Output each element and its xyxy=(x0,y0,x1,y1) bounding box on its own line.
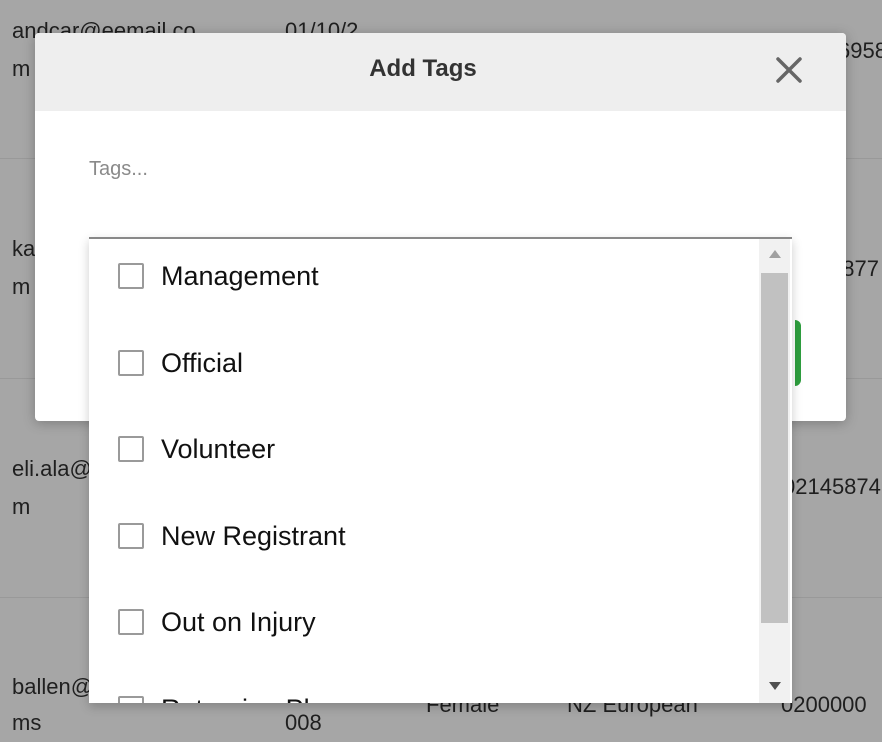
tags-input[interactable] xyxy=(89,149,792,189)
tags-dropdown: Management Official Volunteer New Regist… xyxy=(89,237,792,703)
save-button[interactable] xyxy=(795,320,801,386)
triangle-down-icon xyxy=(768,682,781,690)
option-label: Volunteer xyxy=(161,433,276,464)
triangle-up-icon xyxy=(768,250,781,258)
tag-option-management[interactable]: Management xyxy=(89,246,759,306)
checkbox[interactable] xyxy=(118,523,144,549)
tag-option-official[interactable]: Official xyxy=(89,333,759,393)
option-label: New Registrant xyxy=(161,520,346,551)
modal-header: Add Tags xyxy=(35,33,846,111)
option-label: Returning Pl xyxy=(161,694,310,704)
tags-options-list: Management Official Volunteer New Regist… xyxy=(89,239,759,703)
scroll-up-button[interactable] xyxy=(759,239,790,269)
tag-option-new-registrant[interactable]: New Registrant xyxy=(89,506,759,566)
scroll-thumb[interactable] xyxy=(761,273,788,623)
tag-option-volunteer[interactable]: Volunteer xyxy=(89,419,759,479)
close-icon xyxy=(776,57,802,83)
option-label: Out on Injury xyxy=(161,606,316,637)
checkbox[interactable] xyxy=(118,696,144,703)
scroll-down-button[interactable] xyxy=(759,671,790,701)
tag-option-returning[interactable]: Returning Pl xyxy=(89,679,759,703)
close-button[interactable] xyxy=(772,53,806,87)
checkbox[interactable] xyxy=(118,263,144,289)
checkbox[interactable] xyxy=(118,350,144,376)
option-label: Management xyxy=(161,260,319,291)
option-label: Official xyxy=(161,347,244,378)
tag-option-out-on-injury[interactable]: Out on Injury xyxy=(89,592,759,652)
checkbox[interactable] xyxy=(118,436,144,462)
modal-title: Add Tags xyxy=(369,55,477,82)
dropdown-scrollbar[interactable] xyxy=(759,239,790,703)
checkbox[interactable] xyxy=(118,609,144,635)
